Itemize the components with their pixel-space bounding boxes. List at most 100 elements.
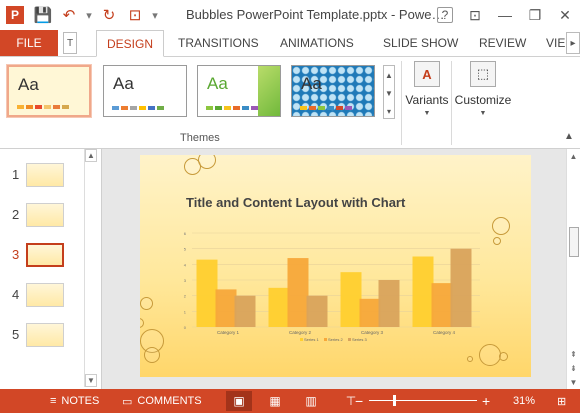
redo-icon[interactable]: ↻ xyxy=(96,0,122,30)
bar-series-1-category-3 xyxy=(340,272,362,327)
ribbon-display-options-button[interactable]: ⊡ xyxy=(460,0,490,30)
zoom-slider-knob[interactable] xyxy=(392,395,396,406)
customize-qa-icon[interactable]: ▾ xyxy=(148,0,162,30)
restore-button[interactable]: ❐ xyxy=(520,0,550,30)
slide-thumbnail-image[interactable] xyxy=(26,163,64,187)
legend-swatch xyxy=(300,338,303,341)
color-swatch xyxy=(139,106,146,110)
color-swatch xyxy=(53,105,60,109)
zoom-in-button[interactable]: + xyxy=(482,389,490,413)
tab-transitions[interactable]: TRANSITIONS xyxy=(168,30,269,56)
tab-scroll-right-button[interactable]: ▸ xyxy=(566,32,580,54)
zoom-out-button[interactable]: − xyxy=(355,389,363,413)
tab-animations[interactable]: ANIMATIONS xyxy=(270,30,364,56)
previous-slide-icon[interactable]: ⇞ xyxy=(567,347,580,361)
color-swatch xyxy=(35,105,42,109)
gallery-more-button[interactable]: ▾ xyxy=(384,102,394,120)
window-title: Bubbles PowerPoint Template.pptx - Powe… xyxy=(186,7,445,22)
variants-button[interactable]: A Variants ▼ xyxy=(405,61,449,117)
scroll-up-icon[interactable]: ▲ xyxy=(567,149,580,163)
slide-number: 4 xyxy=(12,287,20,302)
bar-series-3-category-4 xyxy=(450,248,472,327)
slide-scrollbar[interactable]: ▲ ⇞ ⇟ ▼ xyxy=(566,149,580,389)
slide-thumbnail-2[interactable]: 2 xyxy=(0,201,84,231)
notes-button[interactable]: ≡ NOTES xyxy=(50,389,99,413)
normal-view-button[interactable]: ▣ xyxy=(226,391,252,411)
zoom-slider[interactable] xyxy=(369,400,477,401)
theme-option-1[interactable]: Aa xyxy=(6,64,92,118)
thumbnail-scrollbar[interactable]: ▲ ▼ xyxy=(84,149,97,387)
slide-sorter-icon: ▦ xyxy=(269,394,281,408)
slide-number: 1 xyxy=(12,167,20,182)
theme-option-3[interactable]: Aa xyxy=(197,65,281,117)
undo-dropdown-icon[interactable]: ▾ xyxy=(82,0,96,30)
variants-icon: A xyxy=(414,61,440,87)
variants-label: Variants xyxy=(405,93,449,107)
slide-sorter-view-button[interactable]: ▦ xyxy=(262,391,288,411)
save-icon[interactable]: 💾 xyxy=(30,0,56,30)
color-swatch xyxy=(215,106,222,110)
color-swatch xyxy=(242,106,249,110)
legend-swatch xyxy=(348,338,351,341)
slide-thumbnail-image[interactable] xyxy=(26,243,64,267)
color-swatch xyxy=(345,106,352,110)
slide-thumbnail-image[interactable] xyxy=(26,323,64,347)
gallery-scroll: ▲ ▼ ▾ xyxy=(383,65,395,119)
slide-thumbnail-5[interactable]: 5 xyxy=(0,321,84,351)
next-slide-icon[interactable]: ⇟ xyxy=(567,361,580,375)
tab-scroll-left-button[interactable]: T xyxy=(63,32,77,54)
scroll-down-icon[interactable]: ▼ xyxy=(85,374,97,387)
theme-option-2[interactable]: Aa xyxy=(103,65,187,117)
normal-view-icon: ▣ xyxy=(233,394,245,408)
bar-series-3-category-3 xyxy=(378,280,400,327)
bar-series-3-category-1 xyxy=(234,295,256,327)
undo-icon[interactable]: ↶ xyxy=(56,0,82,30)
slide-thumbnail-image[interactable] xyxy=(26,283,64,307)
fit-slide-icon: ⊞ xyxy=(557,395,567,408)
help-button[interactable]: ? xyxy=(437,7,453,23)
fit-slide-button[interactable]: ⊞ xyxy=(557,389,566,413)
color-swatch xyxy=(44,105,51,109)
gallery-down-button[interactable]: ▼ xyxy=(384,84,394,102)
slide-thumbnail-3[interactable]: 3 xyxy=(0,241,84,271)
scroll-down-icon[interactable]: ▼ xyxy=(567,375,580,389)
color-swatch xyxy=(224,106,231,110)
color-swatch xyxy=(233,106,240,110)
slide-canvas[interactable]: Title and Content Layout with Chart 0123… xyxy=(140,155,531,377)
theme-option-4[interactable]: Aa xyxy=(291,65,375,117)
y-tick-label: 5 xyxy=(184,247,187,252)
y-tick-label: 4 xyxy=(184,262,187,267)
bar-chart[interactable]: 0 1 2 3 4 5 6 Category 1 Category 2 Category 3 Cat… xyxy=(140,155,531,377)
color-swatch xyxy=(251,106,258,110)
comments-button[interactable]: ▭ COMMENTS xyxy=(122,389,202,413)
color-swatch xyxy=(112,106,119,110)
y-tick-label: 1 xyxy=(184,309,187,314)
zoom-level[interactable]: 31% xyxy=(513,389,535,413)
slide-thumbnail-image[interactable] xyxy=(26,203,64,227)
minimize-button[interactable]: — xyxy=(490,0,520,30)
themes-group-label: Themes xyxy=(180,132,220,144)
tab-slide-show[interactable]: SLIDE SHOW xyxy=(373,30,468,56)
color-swatch xyxy=(26,105,33,109)
start-from-beginning-icon[interactable]: ⊡ xyxy=(122,0,148,30)
theme-color-swatches xyxy=(206,106,258,110)
close-button[interactable]: ✕ xyxy=(550,0,580,30)
x-tick-label: Category 4 xyxy=(433,330,456,335)
slide-thumbnail-1[interactable]: 1 xyxy=(0,161,84,191)
collapse-ribbon-icon[interactable]: ▲ xyxy=(564,131,574,142)
gallery-up-button[interactable]: ▲ xyxy=(384,66,394,84)
y-tick-label: 3 xyxy=(184,278,187,283)
scroll-thumb[interactable] xyxy=(569,227,579,257)
tab-design[interactable]: DESIGN xyxy=(96,30,165,57)
scroll-up-icon[interactable]: ▲ xyxy=(85,149,97,162)
color-swatch xyxy=(318,106,325,110)
theme-color-swatches xyxy=(112,106,164,110)
tab-review[interactable]: REVIEW xyxy=(469,30,536,56)
legend-swatch xyxy=(324,338,327,341)
customize-label: Customize xyxy=(454,93,512,107)
tab-file[interactable]: FILE xyxy=(0,30,58,56)
slide-thumbnail-4[interactable]: 4 xyxy=(0,281,84,311)
customize-button[interactable]: ⬚ Customize ▼ xyxy=(454,61,512,117)
reading-view-button[interactable]: ▥ xyxy=(298,391,324,411)
powerpoint-window: P 💾 ↶ ▾ ↻ ⊡ ▾ Bubbles PowerPoint Template.pptx… xyxy=(0,0,580,413)
